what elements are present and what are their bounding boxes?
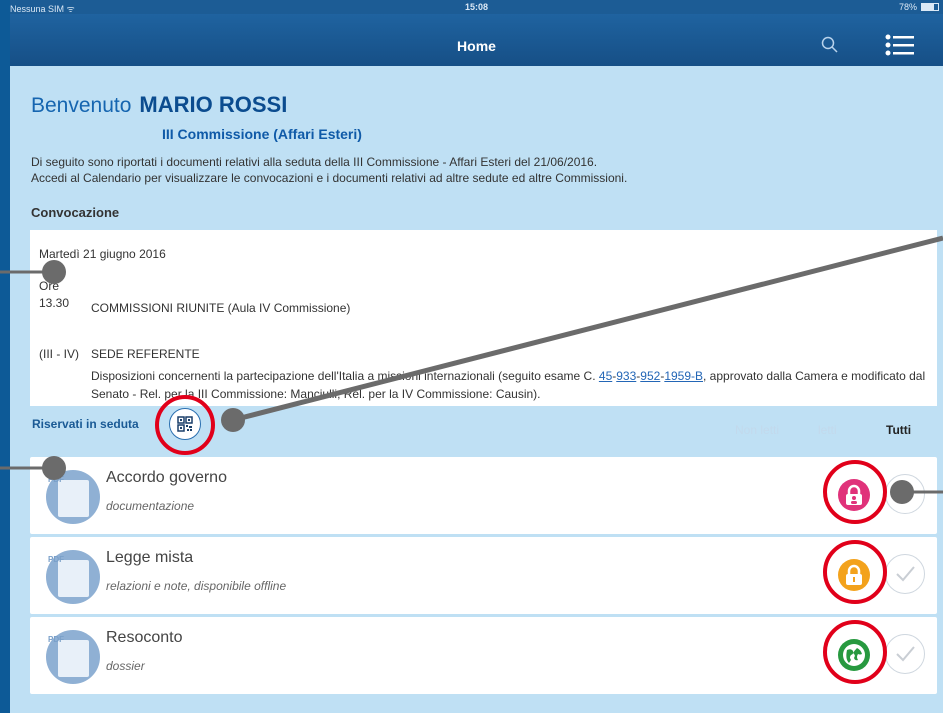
document-title: Accordo governo [106, 469, 227, 486]
document-subtitle: dossier [106, 659, 145, 673]
file-type-tag: PDF [48, 475, 64, 484]
mark-read-button[interactable] [885, 634, 925, 674]
document-row[interactable]: PDF Legge mista relazioni e note, dispon… [30, 537, 937, 614]
agenda-text-before: Disposizioni concernenti la partecipazio… [91, 369, 599, 383]
pdf-file-icon: PDF [46, 470, 100, 524]
qr-code-icon[interactable] [169, 408, 201, 440]
document-title: Legge mista [106, 549, 194, 566]
pdf-file-icon: PDF [46, 550, 100, 604]
document-subtitle: relazioni e note, disponibile offline [106, 579, 287, 593]
commissions-numbers: (III - IV) [39, 347, 79, 361]
document-subtitle: documentazione [106, 499, 195, 513]
document-row[interactable]: PDF Accordo governo documentazione [30, 457, 937, 534]
reserved-label: Riservati in seduta [32, 417, 139, 431]
user-name: MARIO ROSSI [139, 92, 288, 117]
battery-icon [921, 3, 939, 11]
document-row[interactable]: PDF Resoconto dossier [30, 617, 937, 694]
document-title: Resoconto [106, 629, 183, 646]
greeting: Benvenuto [31, 94, 132, 117]
filter-unread[interactable]: Non letti [735, 423, 779, 437]
session-location: COMMISSIONI RIUNITE (Aula IV Commissione… [91, 301, 351, 315]
navigation-bar: Home [10, 14, 943, 66]
ore-time: 13.30 [39, 296, 70, 310]
checkmark-icon [896, 566, 915, 582]
page-title: Home [457, 38, 496, 54]
ore-label: Ore [39, 279, 60, 293]
bill-link[interactable]: 1959-B [664, 369, 703, 383]
search-icon[interactable] [820, 35, 840, 55]
file-type-tag: PDF [48, 555, 64, 564]
checkmark-icon [896, 646, 915, 662]
mark-read-button[interactable] [885, 474, 925, 514]
filter-read[interactable]: letti [818, 423, 837, 437]
agenda-text: Disposizioni concernenti la partecipazio… [91, 369, 926, 401]
filter-all[interactable]: Tutti [886, 423, 911, 437]
padlock-icon[interactable] [838, 559, 870, 591]
clock: 15:08 [464, 2, 489, 12]
file-type-tag: PDF [48, 635, 64, 644]
bill-link[interactable]: 952 [640, 369, 660, 383]
intro-line: Di seguito sono riportati i documenti re… [31, 155, 598, 169]
menu-list-icon[interactable] [885, 33, 915, 57]
commission-title: III Commissione (Affari Esteri) [162, 126, 362, 142]
globe-icon[interactable] [838, 639, 870, 671]
pdf-file-icon: PDF [46, 630, 100, 684]
session-date: Martedì 21 giugno 2016 [39, 247, 166, 261]
battery-level: 78% [898, 2, 917, 12]
app-frame: Nessuna SIM ᯤ 15:08 78% Home Benvenuto MA… [10, 0, 943, 713]
sede-referente: SEDE REFERENTE [91, 347, 200, 361]
convocazione-box[interactable]: Martedì 21 giugno 2016 Ore 13.30 COMMISS… [30, 230, 937, 406]
lock-person-icon[interactable] [838, 479, 870, 511]
mark-read-button[interactable] [885, 554, 925, 594]
intro-description: Di seguito sono riportati i documenti re… [31, 154, 627, 186]
session-time: Ore 13.30 [39, 278, 69, 312]
welcome-heading: Benvenuto MARIO ROSSI [31, 92, 287, 118]
bill-link[interactable]: 933 [616, 369, 636, 383]
convocazione-title: Convocazione [31, 205, 120, 220]
bill-link[interactable]: 45 [599, 369, 612, 383]
status-bar: Nessuna SIM ᯤ 15:08 78% [10, 0, 943, 14]
intro-line: Accedi al Calendario per visualizzare le… [31, 171, 628, 185]
